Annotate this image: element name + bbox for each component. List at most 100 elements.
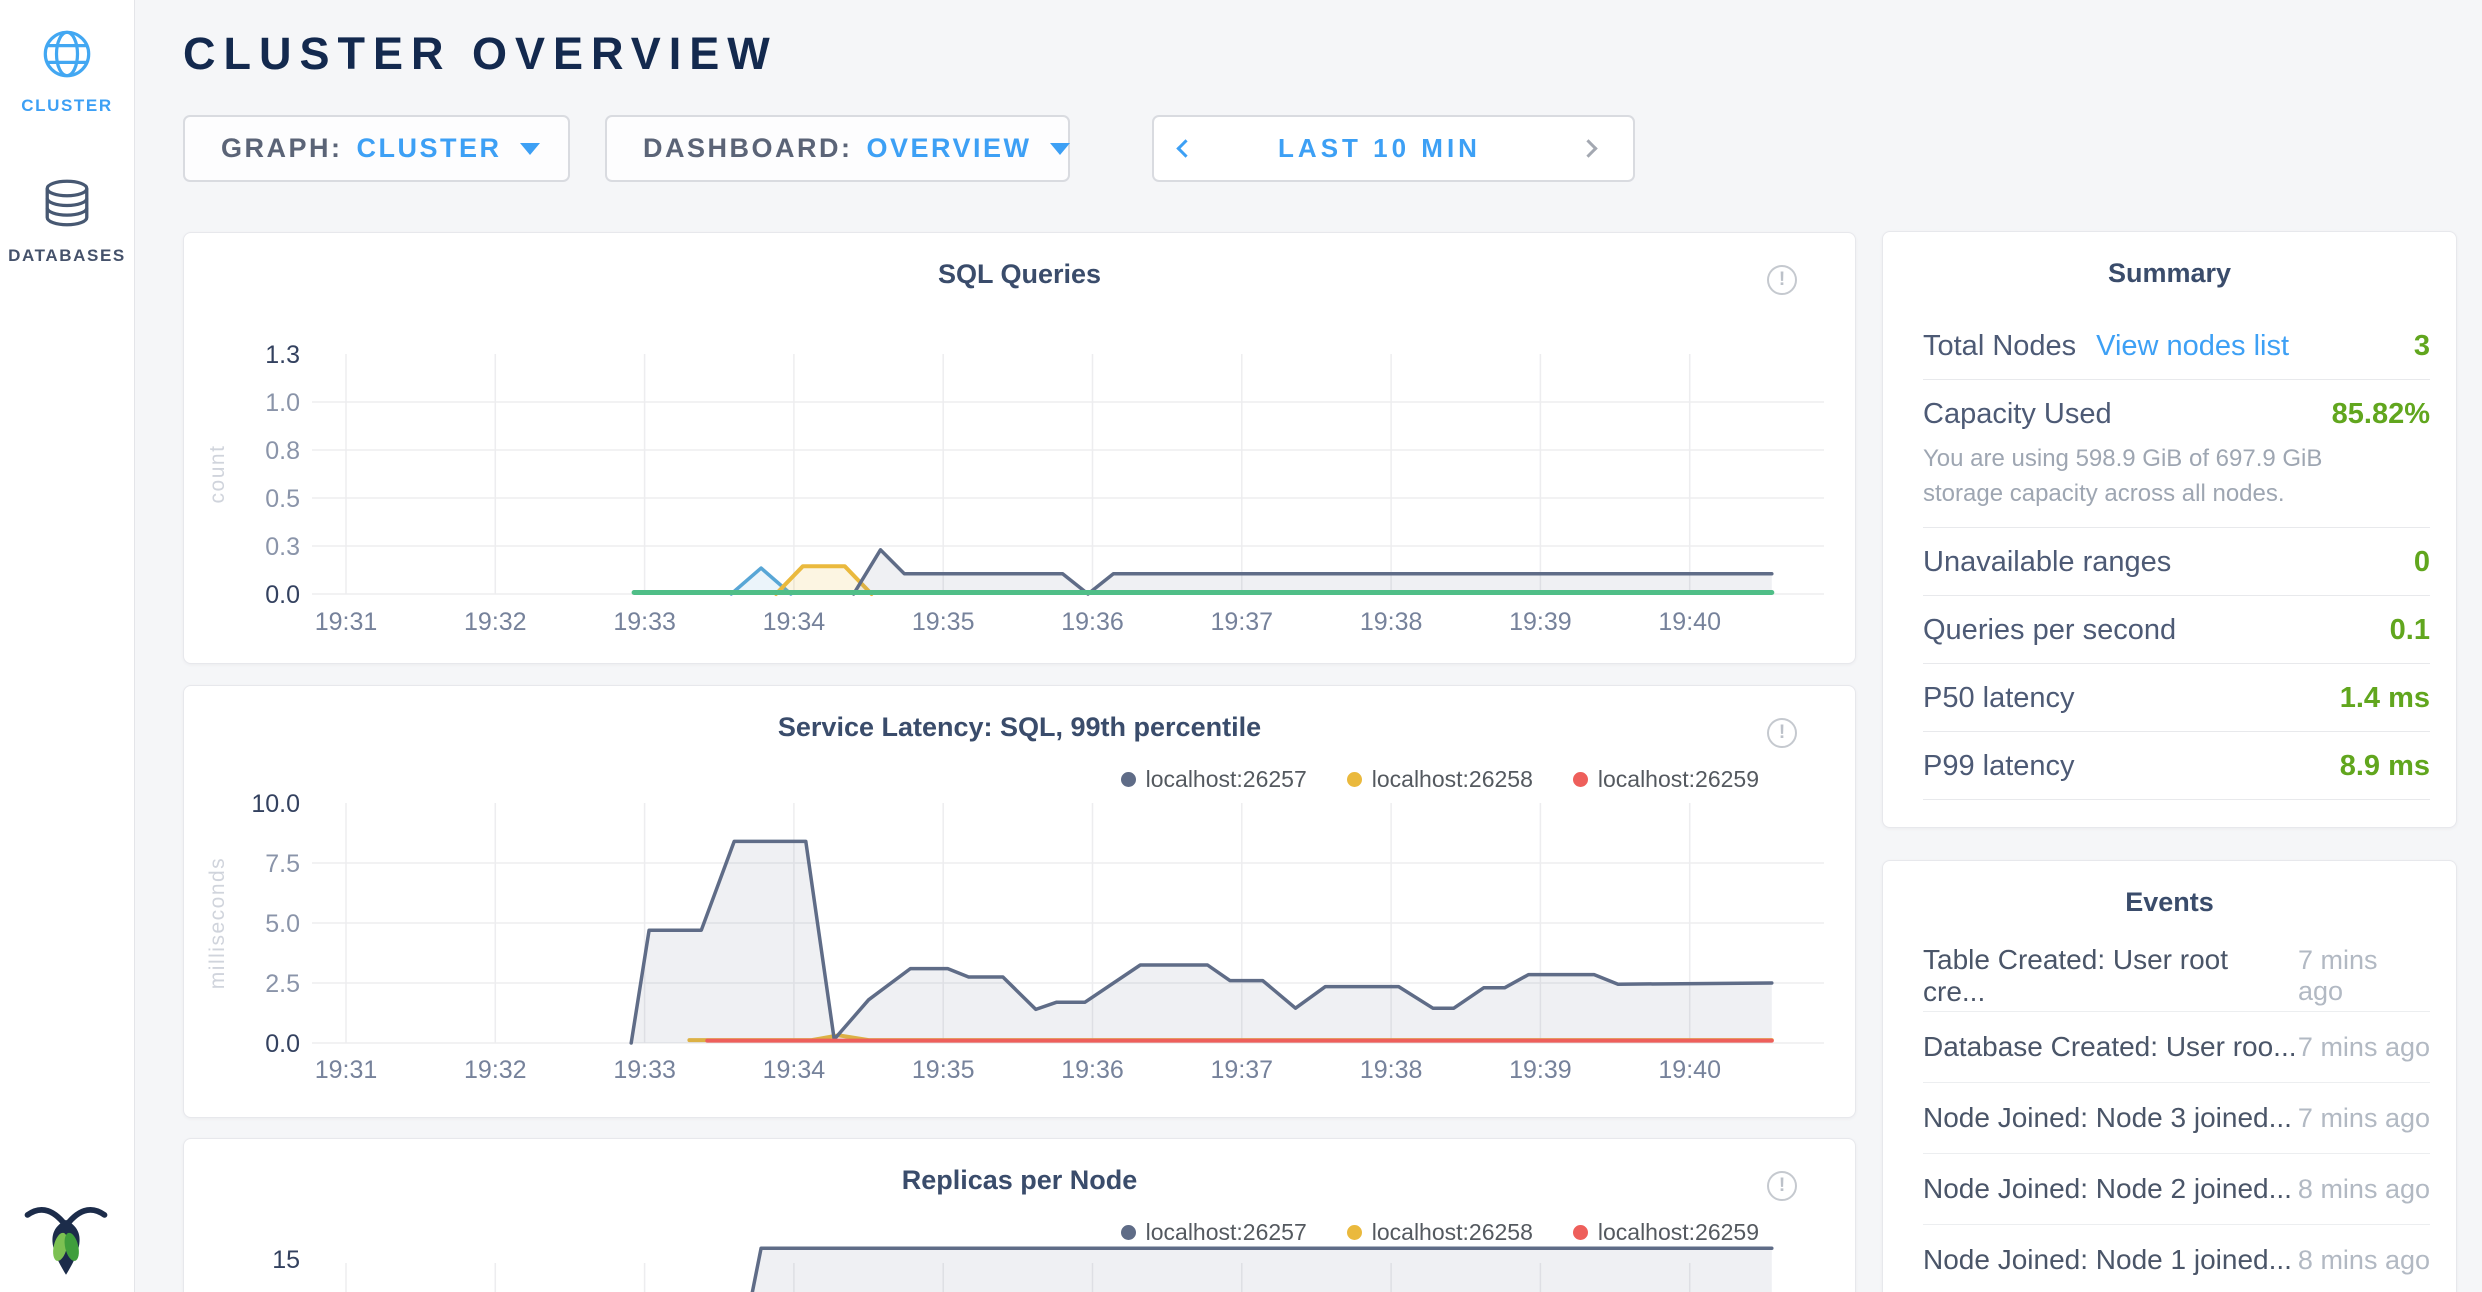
time-range-selector: LAST 10 MIN: [1152, 115, 1635, 182]
event-label: Node Joined: Node 3 joined...: [1923, 1102, 2292, 1134]
event-label: Node Joined: Node 1 joined...: [1923, 1244, 2292, 1276]
graph-dropdown[interactable]: GRAPH: CLUSTER: [183, 115, 570, 182]
sidebar-item-label: CLUSTER: [21, 96, 112, 116]
summary-value: 3: [2414, 330, 2430, 363]
event-row[interactable]: Node Joined: Node 1 joined...8 mins ago: [1923, 1225, 2430, 1292]
summary-label: Total Nodes: [1923, 330, 2076, 363]
graph-dropdown-label: GRAPH:: [221, 133, 343, 164]
dashboard-dropdown-label: DASHBOARD:: [643, 133, 853, 164]
time-range-label: LAST 10 MIN: [1278, 133, 1481, 164]
summary-row: Queries per second 0.1: [1923, 596, 2430, 664]
summary-title: Summary: [1883, 258, 2456, 289]
svg-text:0.8: 0.8: [265, 437, 300, 465]
summary-label: Capacity Used: [1923, 398, 2112, 431]
svg-text:19:34: 19:34: [763, 1056, 826, 1084]
summary-value: 0.1: [2390, 614, 2430, 647]
dashboard-dropdown[interactable]: DASHBOARD: OVERVIEW: [605, 115, 1070, 182]
event-time: 7 mins ago: [2298, 1032, 2430, 1063]
globe-icon: [39, 26, 95, 87]
svg-text:19:33: 19:33: [613, 1056, 676, 1084]
svg-text:5.0: 5.0: [265, 910, 300, 938]
time-prev-button[interactable]: [1154, 117, 1216, 180]
summary-value: 0: [2414, 546, 2430, 579]
chevron-left-icon: [1176, 139, 1194, 157]
sidebar-item-cluster[interactable]: CLUSTER: [0, 26, 134, 116]
summary-label: P99 latency: [1923, 750, 2075, 783]
service-latency-card: Service Latency: SQL, 99th percentile ! …: [183, 685, 1856, 1118]
sql-queries-card: SQL Queries ! 0.00.30.50.81.01.319:3119:…: [183, 232, 1856, 664]
sidebar: CLUSTER DATABASES: [0, 0, 135, 1292]
summary-value: 1.4 ms: [2340, 682, 2430, 715]
service-latency-chart[interactable]: 0.0 2.5 5.0 7.5 10.0 19:31 19:32 19:33 19:34 19:3…: [184, 686, 1857, 1119]
page-title: CLUSTER OVERVIEW: [183, 28, 778, 80]
svg-text:19:39: 19:39: [1509, 1056, 1572, 1084]
event-row[interactable]: Node Joined: Node 2 joined...8 mins ago: [1923, 1154, 2430, 1225]
svg-text:2.5: 2.5: [265, 970, 300, 998]
summary-label: Queries per second: [1923, 614, 2176, 647]
svg-text:19:35: 19:35: [912, 1056, 975, 1084]
events-title: Events: [1883, 887, 2456, 918]
svg-text:19:37: 19:37: [1211, 1056, 1274, 1084]
svg-text:1.0: 1.0: [265, 389, 300, 417]
svg-text:19:36: 19:36: [1061, 1056, 1124, 1084]
svg-text:0.5: 0.5: [265, 485, 300, 513]
summary-panel: Summary Total Nodes View nodes list 3 Capac…: [1882, 231, 2457, 828]
svg-text:19:33: 19:33: [613, 608, 676, 636]
summary-label: P50 latency: [1923, 682, 2075, 715]
time-next-button[interactable]: [1543, 117, 1633, 180]
svg-text:19:40: 19:40: [1658, 1056, 1721, 1084]
summary-label: Unavailable ranges: [1923, 546, 2171, 579]
event-rows: Table Created: User root cre...7 mins ag…: [1923, 941, 2430, 1292]
svg-text:0.0: 0.0: [265, 581, 300, 609]
summary-row: Capacity Used 85.82% You are using 598.9 G…: [1923, 380, 2430, 528]
svg-text:15: 15: [272, 1246, 300, 1274]
app-root: CLUSTER DATABASES CLUSTER: [0, 0, 2482, 1292]
event-label: Database Created: User roo...: [1923, 1031, 2297, 1063]
summary-value: 8.9 ms: [2340, 750, 2430, 783]
svg-text:19:37: 19:37: [1211, 608, 1274, 636]
summary-rows: Total Nodes View nodes list 3 Capacity Used…: [1923, 312, 2430, 800]
event-time: 7 mins ago: [2298, 1103, 2430, 1134]
event-time: 8 mins ago: [2298, 1174, 2430, 1205]
svg-text:19:35: 19:35: [912, 608, 975, 636]
event-label: Node Joined: Node 2 joined...: [1923, 1173, 2292, 1205]
svg-text:0.0: 0.0: [265, 1030, 300, 1058]
svg-text:19:31: 19:31: [315, 608, 378, 636]
svg-text:7.5: 7.5: [265, 850, 300, 878]
summary-row: P99 latency 8.9 ms: [1923, 732, 2430, 800]
svg-text:19:32: 19:32: [464, 1056, 527, 1084]
sql-queries-chart[interactable]: 0.0 0.3 0.5 0.8 1.0 1.3 19:31 19:32 19:33 19:34 19…: [184, 233, 1857, 665]
summary-value: 85.82%: [2332, 398, 2430, 431]
summary-row: P50 latency 1.4 ms: [1923, 664, 2430, 732]
event-row[interactable]: Database Created: User roo...7 mins ago: [1923, 1012, 2430, 1083]
replicas-per-node-chart[interactable]: 15: [184, 1139, 1856, 1292]
view-nodes-link[interactable]: View nodes list: [2096, 330, 2289, 363]
sidebar-item-databases[interactable]: DATABASES: [0, 174, 134, 266]
svg-text:count: count: [206, 445, 229, 504]
replicas-per-node-card: Replicas per Node ! localhost:26257local…: [183, 1138, 1856, 1292]
graph-dropdown-value: CLUSTER: [357, 133, 502, 164]
event-time: 7 mins ago: [2298, 945, 2430, 1007]
event-label: Table Created: User root cre...: [1923, 944, 2298, 1008]
svg-text:19:34: 19:34: [763, 608, 826, 636]
dashboard-dropdown-value: OVERVIEW: [867, 133, 1032, 164]
summary-row: Total Nodes View nodes list 3: [1923, 312, 2430, 380]
sidebar-item-label: DATABASES: [8, 246, 126, 266]
event-time: 8 mins ago: [2298, 1245, 2430, 1276]
svg-text:10.0: 10.0: [251, 790, 300, 818]
database-icon: [38, 174, 96, 237]
svg-text:19:32: 19:32: [464, 608, 527, 636]
svg-text:19:31: 19:31: [315, 1056, 378, 1084]
svg-text:1.3: 1.3: [265, 341, 300, 369]
svg-text:19:38: 19:38: [1360, 608, 1423, 636]
svg-text:0.3: 0.3: [265, 533, 300, 561]
chevron-down-icon: [1050, 143, 1070, 155]
svg-text:19:39: 19:39: [1509, 608, 1572, 636]
summary-subtext: You are using 598.9 GiB of 697.9 GiB sto…: [1923, 441, 2430, 511]
chevron-down-icon: [520, 143, 540, 155]
svg-text:19:40: 19:40: [1658, 608, 1721, 636]
chevron-right-icon: [1579, 139, 1597, 157]
time-range-button[interactable]: LAST 10 MIN: [1216, 117, 1543, 180]
event-row[interactable]: Node Joined: Node 3 joined...7 mins ago: [1923, 1083, 2430, 1154]
event-row[interactable]: Table Created: User root cre...7 mins ag…: [1923, 941, 2430, 1012]
